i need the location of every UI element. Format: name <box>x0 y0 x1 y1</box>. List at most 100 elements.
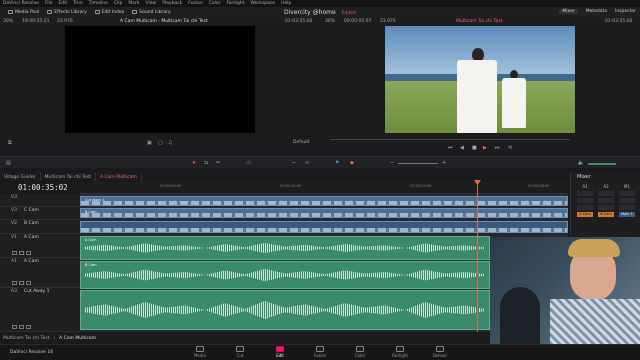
source-viewer[interactable] <box>65 26 255 133</box>
breadcrumb-item[interactable]: A Cam Multicam <box>59 336 96 341</box>
skip-forward-icon[interactable]: ⏭ <box>495 145 500 151</box>
track-buttons <box>12 281 31 285</box>
menu-item[interactable]: File <box>45 1 53 6</box>
clip-label: A Cam <box>85 237 97 242</box>
solo-icon[interactable] <box>19 281 24 285</box>
track-name: Cut Away 1 <box>24 289 50 294</box>
menu-item[interactable]: Playback <box>162 1 182 6</box>
record-zoom[interactable]: 30% <box>325 19 335 24</box>
timeline-timecode[interactable]: 01:00:35:02 <box>18 183 68 192</box>
step-back-icon[interactable]: ◀ <box>460 145 464 151</box>
frame-icon[interactable]: ▢ <box>158 140 163 146</box>
timeline-viewer[interactable] <box>385 26 575 133</box>
audio-icon[interactable]: ♫ <box>168 140 172 146</box>
source-zoom[interactable]: 30% <box>3 19 13 24</box>
timeline-ruler[interactable]: 01:03:04:00 01:03:12:00 01:03:20:00 01:0… <box>80 182 568 194</box>
tab-label: Fusion <box>313 353 327 358</box>
marker-icon[interactable]: ◆ <box>350 160 354 166</box>
lock-icon[interactable] <box>12 251 17 255</box>
zoom-slider[interactable] <box>398 163 438 164</box>
menu-item[interactable]: Timeline <box>89 1 108 6</box>
stop-icon[interactable]: ■ <box>472 145 477 151</box>
speaker-icon[interactable]: 🔈 <box>578 160 584 166</box>
menu-item[interactable]: Fusion <box>188 1 202 6</box>
audio-waveform <box>85 300 485 320</box>
select-tool-icon[interactable]: ➤ <box>192 160 196 166</box>
track-header-v1[interactable]: V2 B Cam <box>0 220 80 234</box>
tab-edit[interactable]: Edit <box>260 346 300 358</box>
mute-icon[interactable] <box>26 251 31 255</box>
video-clip[interactable]: Cut Away 1 <box>80 196 568 206</box>
mixer-channel[interactable]: A1 A Cam <box>575 184 595 240</box>
viewer-options-icon[interactable]: ⧉ <box>8 140 12 146</box>
layout-icon[interactable]: ▤ <box>6 160 11 166</box>
menu-item[interactable]: Color <box>209 1 221 6</box>
solo-icon[interactable] <box>19 251 24 255</box>
menu-item[interactable]: Fairlight <box>226 1 244 6</box>
person-figure <box>502 78 526 128</box>
menu-item[interactable]: Mark <box>128 1 139 6</box>
tab-multicam-test[interactable]: Multicam Tai chi Test <box>41 173 96 181</box>
menu-item[interactable]: View <box>146 1 157 6</box>
audio-clip[interactable]: A Cam <box>80 236 490 260</box>
track-header-a1[interactable]: V1 A Cam <box>0 234 80 258</box>
breadcrumb: Multicam Tai chi Test › A Cam Multicam <box>0 333 490 343</box>
loop-icon[interactable]: ⟲ <box>508 145 512 151</box>
lock-icon[interactable] <box>12 325 17 329</box>
blade-tool-icon[interactable]: ✂ <box>216 160 220 166</box>
track-header-a2[interactable]: A1 A Cam <box>0 258 80 288</box>
menu-item[interactable]: Workspace <box>250 1 275 6</box>
tab-cut[interactable]: Cut <box>220 346 260 358</box>
volume-slider[interactable] <box>588 163 616 165</box>
menu-item[interactable]: Trim <box>73 1 83 6</box>
tab-a-cam-multicam[interactable]: A Cam Multicam <box>96 173 142 181</box>
menu-item[interactable]: Clip <box>114 1 123 6</box>
tab-deliver[interactable]: Deliver <box>420 346 460 358</box>
mixer-channel[interactable]: A2 B Cam <box>596 184 616 240</box>
tab-fairlight[interactable]: Fairlight <box>380 346 420 358</box>
default-select[interactable]: Default <box>293 140 309 145</box>
menu-item[interactable]: Help <box>281 1 291 6</box>
flag-icon[interactable]: ⚑ <box>335 160 339 166</box>
zoom-in-icon[interactable]: + <box>442 160 446 166</box>
audio-clip[interactable]: B Cam <box>80 261 490 289</box>
track-header-v2[interactable]: V3 C Cam <box>0 207 80 220</box>
mixer-toggle[interactable]: Mixer <box>559 8 578 14</box>
record-title: Multicam Tai chi Test <box>456 18 503 24</box>
snap-icon[interactable]: ⌐ <box>292 160 296 166</box>
track-header-v3[interactable]: V3 <box>0 194 80 207</box>
scrubber-bar[interactable] <box>330 139 570 140</box>
insert-icon[interactable]: ▭ <box>246 160 251 166</box>
trim-tool-icon[interactable]: ⇆ <box>204 160 208 166</box>
playhead[interactable] <box>477 182 478 332</box>
audio-clip[interactable] <box>80 290 490 330</box>
play-icon[interactable]: ▶ <box>483 145 487 151</box>
skip-back-icon[interactable]: ⏮ <box>448 145 453 151</box>
tab-label: Color <box>354 353 366 358</box>
tab-fusion[interactable]: Fusion <box>300 346 340 358</box>
menu-bar: DaVinci Resolve File Edit Trim Timeline … <box>0 0 640 7</box>
in-point-icon[interactable]: ▣ <box>147 140 152 146</box>
lock-icon[interactable] <box>12 281 17 285</box>
viewer-controls: ⧉ ▣ ▢ ♫ Default ⏮ ◀ ■ ▶ ⏭ ⟲ <box>0 134 640 156</box>
solo-icon[interactable] <box>19 325 24 329</box>
inspector-toggle[interactable]: Inspector <box>615 9 636 14</box>
metadata-toggle[interactable]: Metadata <box>586 9 607 14</box>
ruler-label: 01:03:28:00 <box>528 184 550 188</box>
link-icon[interactable]: ∞ <box>305 160 309 166</box>
mute-icon[interactable] <box>26 325 31 329</box>
track-header-a3[interactable]: A3 Cut Away 1 <box>0 288 80 332</box>
clip-label: B Cam <box>85 262 97 267</box>
menu-item[interactable]: Edit <box>58 1 67 6</box>
video-clip[interactable]: B Cam <box>80 208 568 218</box>
breadcrumb-item[interactable]: Multicam Tai chi Test <box>3 336 49 341</box>
tab-color[interactable]: Color <box>340 346 380 358</box>
tab-media[interactable]: Media <box>180 346 220 358</box>
tab-village-guider[interactable]: Village Guider <box>0 173 41 181</box>
mixer-channel[interactable]: M1 Main 1 <box>617 184 637 240</box>
fusion-icon <box>316 346 324 352</box>
video-clip[interactable] <box>80 221 568 233</box>
mute-icon[interactable] <box>26 281 31 285</box>
menu-item[interactable]: DaVinci Resolve <box>3 1 39 6</box>
zoom-out-icon[interactable]: − <box>390 160 394 166</box>
